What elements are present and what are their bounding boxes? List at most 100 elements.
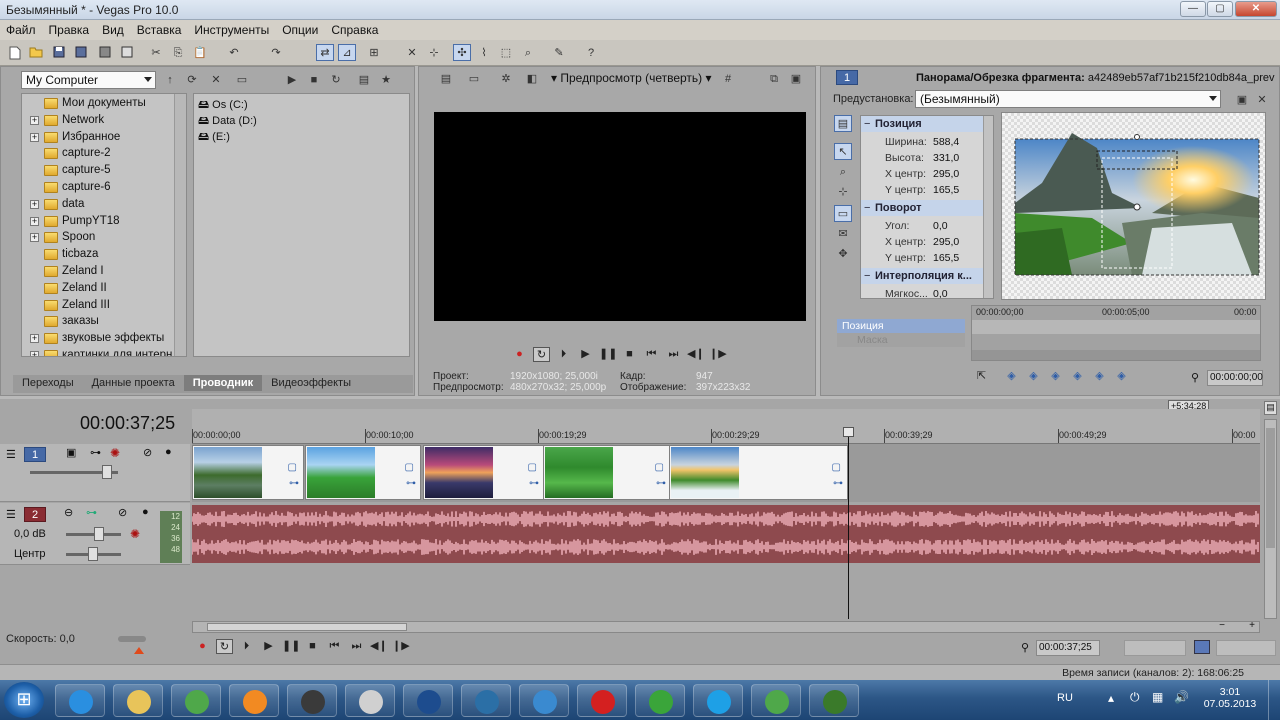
save-as-icon[interactable] [72, 44, 90, 61]
clip-fx-icon[interactable]: ⊶ [656, 478, 666, 489]
delete-keyframe-icon[interactable]: ◈ [1069, 369, 1086, 384]
timeline-vscroll-thumb[interactable] [1266, 428, 1275, 548]
kf-track-position[interactable]: Позиция [837, 319, 965, 333]
undo-icon[interactable]: ↶ [225, 44, 243, 61]
normal-edit-icon[interactable]: ↖ [834, 143, 852, 160]
paste-icon[interactable]: 📋 [191, 44, 209, 61]
taskbar-app[interactable] [287, 684, 337, 717]
taskbar-app[interactable] [403, 684, 453, 717]
pan-crop-canvas[interactable] [1001, 112, 1266, 300]
menu-edit[interactable]: Правка [43, 20, 97, 37]
prev-frame-icon[interactable]: ◀❙ [687, 347, 705, 362]
normal-edit-tool-icon[interactable]: ✣ [453, 44, 471, 61]
tab-explorer[interactable]: Проводник [183, 375, 263, 391]
collapse-icon[interactable]: ☰ [6, 448, 16, 461]
expand-icon[interactable]: + [30, 115, 39, 125]
mute-icon[interactable]: ⊘ [143, 446, 152, 459]
copy-snapshot-icon[interactable]: ⧉ [765, 70, 783, 87]
mute-icon[interactable]: ⊘ [118, 506, 127, 519]
zoom-icon[interactable]: ⌕ [834, 163, 852, 180]
power-icon[interactable]: ⏻ [1130, 690, 1140, 705]
clip-fx-icon[interactable]: ⊶ [833, 478, 843, 489]
volume-icon[interactable]: 🔊 [1174, 690, 1189, 704]
last-keyframe-icon[interactable]: ◈ [1113, 369, 1130, 384]
expand-icon[interactable]: + [30, 132, 39, 142]
first-keyframe-icon[interactable]: ◈ [1003, 369, 1020, 384]
external-monitor-icon[interactable]: ▭ [465, 70, 483, 87]
prev-keyframe-icon[interactable]: ◈ [1025, 369, 1042, 384]
taskbar-app[interactable] [519, 684, 569, 717]
project-properties-icon[interactable]: ▤ [437, 70, 455, 87]
property-section-header[interactable]: Поворот [861, 200, 989, 216]
open-icon[interactable] [27, 44, 45, 61]
help-pointer-icon[interactable]: ? [582, 44, 600, 61]
preview-quality-dropdown[interactable]: ▾ Предпросмотр (четверть) ▾ [551, 71, 712, 85]
tray-arrow-icon[interactable]: ▴ [1108, 691, 1114, 705]
playhead-handle[interactable] [843, 427, 854, 437]
play-icon[interactable]: ▶ [260, 639, 277, 654]
property-row[interactable]: Высота: 331,0 [861, 150, 989, 166]
taskbar-app[interactable] [55, 684, 105, 717]
drive-e[interactable]: 🖴 (E:) [198, 128, 230, 147]
add-keyframe-icon[interactable]: ◈ [1047, 369, 1064, 384]
loop-icon[interactable]: ↻ [533, 347, 550, 362]
property-value[interactable]: 295,0 [933, 234, 959, 250]
menu-tools[interactable]: Инструменты [188, 20, 276, 37]
menu-view[interactable]: Вид [96, 20, 131, 37]
clip-fx-icon[interactable]: ⊶ [289, 478, 299, 489]
render-icon[interactable] [96, 44, 114, 61]
collapse-icon[interactable]: ☰ [6, 508, 16, 521]
video-clip[interactable]: ▢ ⊶ [543, 445, 671, 500]
clip-fx-icon[interactable]: ⊶ [406, 478, 416, 489]
auto-preview-icon[interactable]: ↻ [327, 71, 345, 88]
copy-icon[interactable]: ⎘ [169, 44, 187, 61]
pan-crop-icon[interactable]: ▢ [528, 462, 537, 473]
envelope-tool-icon[interactable]: ⌇ [475, 44, 493, 61]
save-preset-icon[interactable]: ▣ [1233, 91, 1251, 108]
zoom-out-icon[interactable]: − [1219, 620, 1225, 631]
expand-icon[interactable]: + [30, 199, 39, 209]
taskbar-app[interactable] [693, 684, 743, 717]
video-track-lane[interactable]: ▢ ⊶ ▢ ⊶ ▢ ⊶ ▢ ⊶ ▢ ⊶ [192, 444, 1260, 502]
tray-clock[interactable]: 3:01 07.05.2013 [1200, 686, 1260, 710]
solo-icon[interactable]: ● [165, 446, 172, 458]
zoom-in-icon[interactable]: + [1249, 620, 1255, 631]
brush-icon[interactable]: ✎ [550, 44, 568, 61]
timeline-hscroll[interactable]: − + [192, 620, 1260, 633]
auto-ripple-icon[interactable]: ⇄ [316, 44, 334, 61]
loop-icon[interactable]: ↻ [216, 639, 233, 654]
property-value[interactable]: 165,5 [933, 250, 959, 266]
property-value[interactable]: 295,0 [933, 166, 959, 182]
compositing-icon[interactable]: ⊶ [90, 446, 101, 459]
audio-track-header[interactable]: ☰ 2 ⊖ ⊶ ⊘ ● ✺ 0,0 dB Центр 12 24 36 48 [0, 503, 190, 565]
property-value[interactable]: 331,0 [933, 150, 959, 166]
expand-icon[interactable]: + [30, 334, 39, 344]
stop-icon[interactable]: ■ [305, 71, 323, 88]
stop-icon[interactable]: ■ [621, 347, 638, 362]
play-from-start-icon[interactable]: ⏵ [238, 639, 255, 654]
solo-icon[interactable]: ● [142, 506, 149, 518]
enable-snapping-icon[interactable]: ⊹ [834, 183, 852, 200]
video-clip[interactable]: ▢ ⊶ [305, 445, 421, 500]
minimize-button[interactable]: — [1180, 1, 1206, 17]
tab-video-fx[interactable]: Видеоэффекты [262, 375, 360, 391]
show-properties-icon[interactable]: ▤ [834, 115, 852, 132]
level-slider-thumb[interactable] [102, 465, 112, 479]
arm-record-icon[interactable]: ⊖ [64, 506, 73, 519]
save-icon[interactable] [50, 44, 68, 61]
property-row[interactable]: X центр: 295,0 [861, 234, 989, 250]
property-value[interactable]: 165,5 [933, 182, 959, 198]
playhead[interactable] [848, 429, 849, 619]
kf-scrollbar[interactable] [972, 350, 1260, 360]
save-snapshot-icon[interactable]: ▣ [787, 70, 805, 87]
menu-insert[interactable]: Вставка [131, 20, 189, 37]
transport-time[interactable]: 00:00:37;25 [1036, 640, 1100, 656]
up-folder-icon[interactable]: ↑ [161, 71, 179, 88]
taskbar-app[interactable] [635, 684, 685, 717]
taskbar-app[interactable] [113, 684, 163, 717]
menu-help[interactable]: Справка [325, 20, 385, 37]
expand-icon[interactable]: + [30, 216, 39, 226]
split-screen-icon[interactable]: ◧ [523, 70, 541, 87]
lock-aspect-icon[interactable]: ▭ [834, 205, 852, 222]
timeline-hscroll-thumb[interactable] [207, 623, 407, 631]
